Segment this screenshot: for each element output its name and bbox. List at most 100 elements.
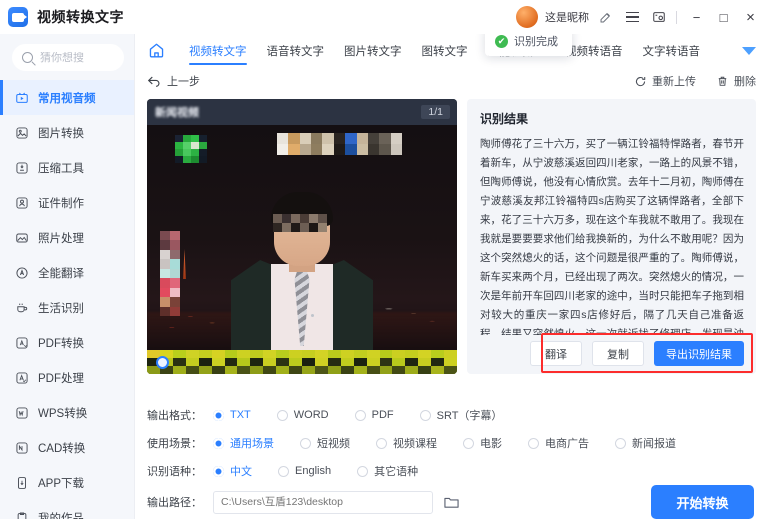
mosaic-block-top	[277, 133, 402, 155]
sidebar-item-PDF处理[interactable]: PDF处理	[0, 360, 134, 395]
tab-语音转文字[interactable]: 语音转文字	[257, 34, 335, 67]
radio-dot-icon	[276, 409, 288, 421]
video-stage[interactable]	[147, 125, 457, 374]
sidebar-search	[0, 34, 134, 80]
tab-视频转文字[interactable]: 视频转文字	[179, 34, 257, 67]
close-button[interactable]: ×	[737, 4, 764, 30]
sidebar-item-label: WPS转换	[38, 407, 88, 420]
sidebar-item-CAD转换[interactable]: CAD转换	[0, 430, 134, 465]
radio-dot-icon	[300, 437, 311, 449]
radio-label: 短视频	[317, 438, 350, 450]
avatar[interactable]	[516, 6, 538, 28]
hamburger-menu-icon[interactable]	[621, 6, 643, 28]
sidebar-item-证件制作[interactable]: 证件制作	[0, 185, 134, 220]
radio-dot-icon	[213, 409, 224, 421]
sidebar-item-压缩工具[interactable]: 压缩工具	[0, 150, 134, 185]
compress-tool-icon	[14, 160, 29, 175]
sidebar-item-全能翻译[interactable]: 全能翻译	[0, 255, 134, 290]
radio-scene-video-course[interactable]: 视频课程	[376, 435, 437, 451]
radio-language-english[interactable]: English	[278, 465, 331, 477]
minimize-button[interactable]: −	[683, 4, 710, 30]
face-mosaic	[273, 214, 331, 232]
radio-scene-movie[interactable]: 电影	[463, 435, 502, 451]
radio-label: 电影	[480, 438, 502, 450]
radio-label: 电商广告	[545, 438, 589, 450]
search-box[interactable]	[12, 44, 124, 71]
video-preview-card[interactable]: 新闻视频 1/1	[147, 99, 457, 374]
radio-format-txt[interactable]: TXT	[213, 409, 251, 421]
sidebar-item-label: PDF处理	[38, 372, 84, 385]
search-input[interactable]	[40, 51, 114, 64]
tab-label: 语音转文字	[266, 45, 325, 58]
maximize-button[interactable]: □	[710, 4, 737, 30]
radio-label: TXT	[230, 409, 251, 421]
radio-scene-general[interactable]: 通用场景	[213, 435, 274, 451]
video-header: 新闻视频 1/1	[147, 99, 457, 125]
sidebar-item-WPS转换[interactable]: WPS转换	[0, 395, 134, 430]
chevron-down-icon[interactable]	[742, 46, 756, 55]
radio-dot-icon	[528, 437, 539, 449]
cad-convert-icon	[14, 440, 29, 455]
radio-scene-short-video[interactable]: 短视频	[300, 435, 350, 451]
sidebar-item-label: APP下载	[38, 477, 85, 490]
sidebar-item-label: 图片转换	[38, 127, 84, 140]
playhead-handle[interactable]	[156, 356, 169, 369]
content-row: 新闻视频 1/1 识别结果 陶师傅花了三十六万，买了一辆江铃福特悍路者，春节开着…	[135, 95, 770, 391]
tab-图转文字[interactable]: 图转文字	[412, 34, 478, 67]
radio-label: 其它语种	[374, 466, 419, 478]
sidebar-item-生活识别[interactable]: 生活识别	[0, 290, 134, 325]
radio-label: PDF	[371, 409, 394, 421]
tab-label: 图片转文字	[344, 45, 402, 58]
radio-label: 通用场景	[230, 438, 274, 450]
screenshot-icon[interactable]	[648, 6, 670, 28]
result-text[interactable]: 陶师傅花了三十六万，买了一辆江铃福特悍路者，春节开着新车，从宁波慈溪返回四川老家…	[480, 135, 744, 335]
home-icon[interactable]	[145, 40, 167, 62]
radio-language-chinese[interactable]: 中文	[213, 463, 252, 479]
radio-language-other[interactable]: 其它语种	[357, 463, 418, 479]
start-convert-button[interactable]: 开始转换	[651, 485, 754, 519]
tab-文字转语音[interactable]: 文字转语音	[633, 34, 711, 67]
video-camera-icon	[14, 90, 29, 105]
subtitle-band-mosaic	[147, 350, 457, 374]
radio-format-word[interactable]: WORD	[276, 409, 329, 421]
folder-icon[interactable]	[443, 495, 460, 510]
back-button[interactable]: 上一步	[147, 73, 200, 89]
mosaic-block-left	[160, 231, 180, 316]
radio-label: 中文	[230, 466, 252, 478]
sidebar-item-我的作品[interactable]: 我的作品	[0, 500, 134, 519]
bottom-area: 输出路径： 开始转换	[147, 485, 756, 519]
radio-dot-icon	[463, 437, 474, 449]
tab-bar: 视频转文字 语音转文字 图片转文字 图转文字 全能机器人 视频转语音	[135, 26, 770, 67]
sidebar-item-常用视音频[interactable]: 常用视音频	[0, 80, 134, 115]
translate-button[interactable]: 翻译	[530, 341, 582, 366]
radio-scene-news[interactable]: 新闻报道	[615, 435, 676, 451]
radio-scene-ecommerce-ad[interactable]: 电商广告	[528, 435, 589, 451]
trash-icon	[718, 76, 727, 86]
output-path-input[interactable]	[213, 490, 433, 514]
sidebar-item-图片转换[interactable]: 图片转换	[0, 115, 134, 150]
radio-format-srt[interactable]: SRT（字幕）	[419, 407, 502, 423]
radio-dot-icon	[354, 409, 366, 421]
back-label: 上一步	[167, 76, 200, 88]
export-result-button[interactable]: 导出识别结果	[654, 341, 744, 366]
tab-label: 视频转语音	[565, 45, 623, 58]
radio-label: 视频课程	[393, 438, 437, 450]
video-frame	[147, 125, 457, 374]
pdf-convert-icon	[14, 335, 29, 350]
radio-dot-icon	[213, 437, 224, 449]
tab-图片转文字[interactable]: 图片转文字	[334, 34, 412, 67]
copy-button[interactable]: 复制	[592, 341, 644, 366]
reupload-button[interactable]: 重新上传	[634, 73, 696, 89]
delete-button[interactable]: 删除	[716, 73, 756, 89]
title-bar: 视频转换文字 这是昵称 − □ ×	[0, 0, 770, 34]
image-convert-icon	[14, 125, 29, 140]
sidebar-item-APP下载[interactable]: APP下载	[0, 465, 134, 500]
nickname-label: 这是昵称	[545, 12, 589, 24]
radio-format-pdf[interactable]: PDF	[354, 409, 394, 421]
sidebar-item-照片处理[interactable]: 照片处理	[0, 220, 134, 255]
pdf-process-icon	[14, 370, 29, 385]
sidebar-item-PDF转换[interactable]: PDF转换	[0, 325, 134, 360]
edit-pencil-icon[interactable]	[594, 6, 616, 28]
radio-dot-icon	[357, 465, 369, 477]
life-recognition-icon	[14, 300, 29, 315]
